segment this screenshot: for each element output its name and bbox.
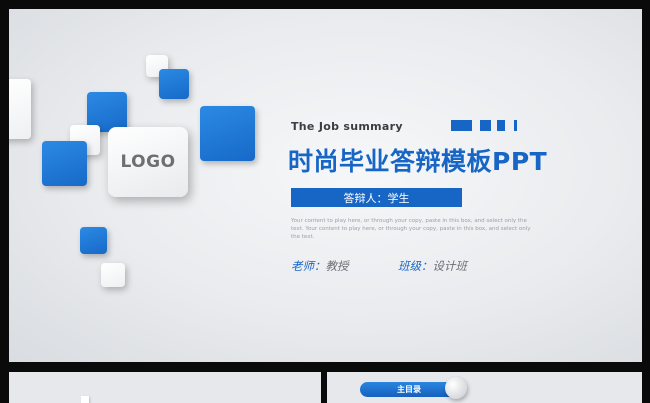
toc-pill-label: 主目录 [397, 385, 421, 394]
decor-bar-2 [480, 120, 491, 131]
class-info: 班级：设计班 [398, 258, 467, 274]
teacher-value: 教授 [325, 259, 349, 273]
presenter-text: 答辩人：学生 [343, 191, 410, 205]
slide-main: LOGO The Job summary 时尚毕业答辩模板PPT 答辩人：学生 … [9, 9, 642, 362]
teacher-info: 老师：教授 [291, 258, 349, 274]
teacher-label: 老师： [291, 259, 326, 273]
thumbnail-slide-left[interactable] [9, 372, 321, 403]
decor-bar-1 [451, 120, 472, 131]
thumbnail-slide-right[interactable]: 主目录 [327, 372, 642, 403]
toc-pill: 主目录 [360, 382, 458, 397]
blue-square-right [200, 106, 255, 161]
white-square-bottom [101, 263, 125, 287]
subtitle-english: The Job summary [291, 120, 403, 133]
blue-square-bottom [80, 227, 107, 254]
toc-knob [445, 377, 467, 399]
class-value: 设计班 [432, 259, 468, 273]
class-label: 班级： [398, 259, 433, 273]
decor-bar-3 [497, 120, 505, 131]
blue-square-small-top [159, 69, 189, 99]
logo-placeholder: LOGO [108, 127, 188, 197]
logo-text: LOGO [120, 152, 176, 172]
description-text: Your content to play here, or through yo… [291, 218, 531, 240]
presenter-banner: 答辩人：学生 [291, 188, 462, 207]
slide-title: 时尚毕业答辩模板PPT [288, 147, 548, 176]
blue-square-left [42, 141, 87, 186]
thumbnail-square [81, 396, 89, 403]
decor-bar-4 [514, 120, 517, 131]
white-square-left-edge [9, 79, 31, 139]
